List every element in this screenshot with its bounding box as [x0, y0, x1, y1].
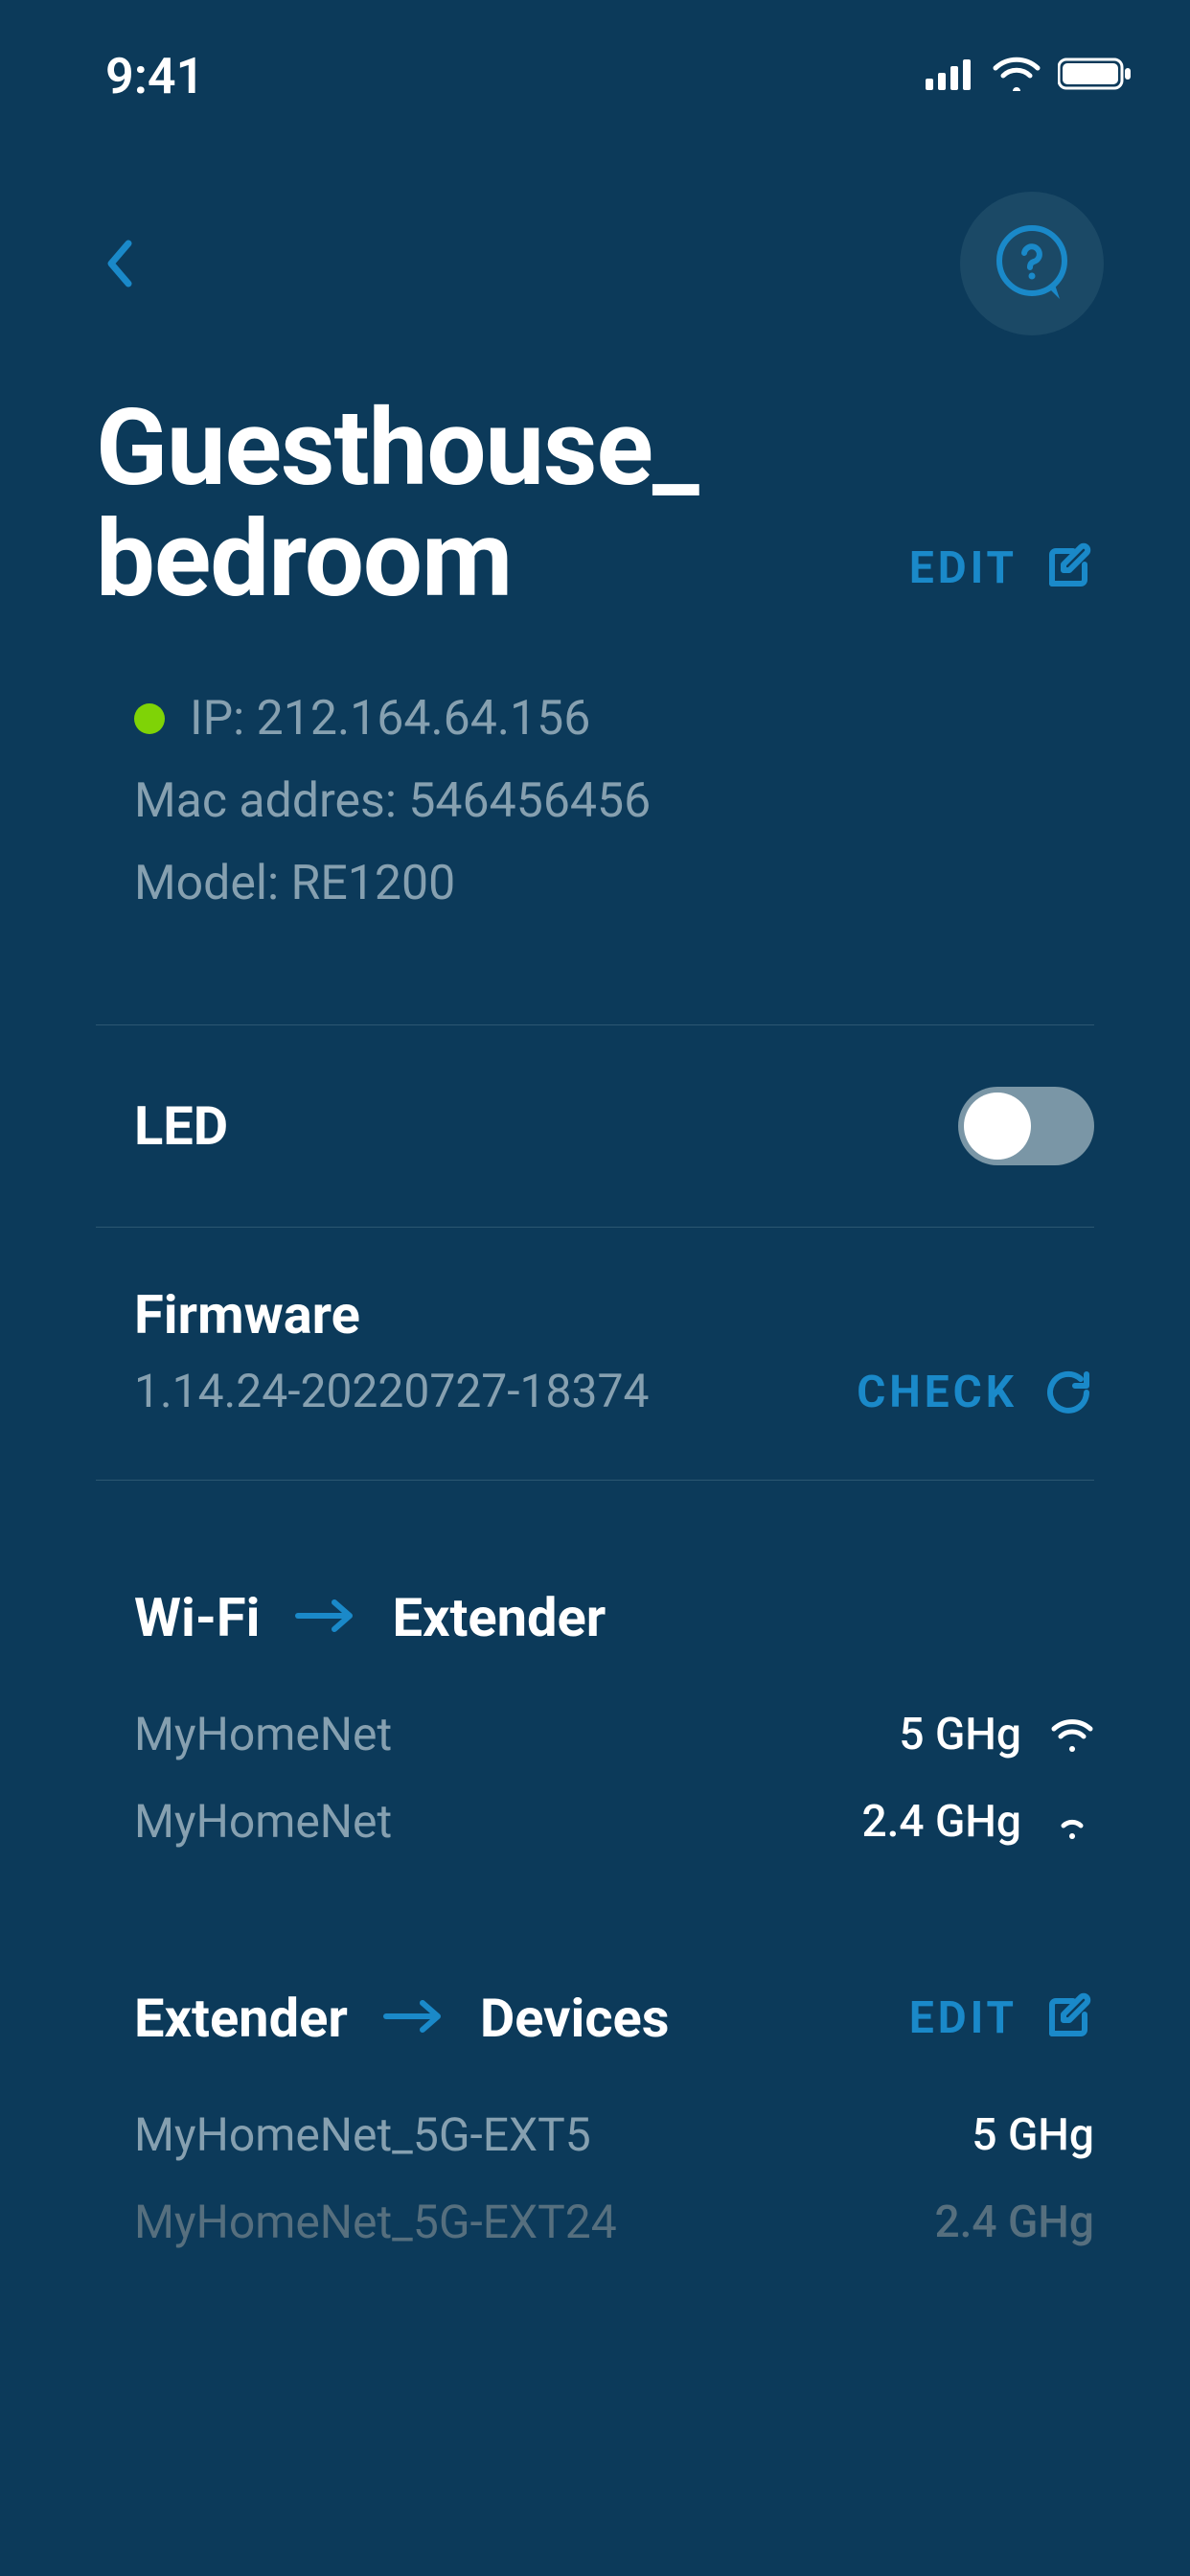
network-band: 2.4 GHg [861, 1796, 1021, 1848]
network-band: 2.4 GHg [934, 2196, 1094, 2248]
wifi-strength-weak-icon [1050, 1805, 1094, 1839]
network-band: 5 GHg [899, 1709, 1021, 1760]
network-ssid: MyHomeNet_5G-EXT5 [134, 2107, 591, 2162]
heading-devices: Devices [480, 1987, 670, 2050]
check-firmware-button[interactable]: CHECK [857, 1367, 1094, 1418]
network-ssid: MyHomeNet [134, 1794, 392, 1849]
firmware-info: Firmware 1.14.24-20220727-18374 [134, 1283, 649, 1418]
extender-networks-list: MyHomeNet_5G-EXT5 5 GHg MyHomeNet_5G-EXT… [0, 2050, 1190, 2249]
edit-label: EDIT [909, 1992, 1018, 2044]
arrow-right-icon [382, 1997, 446, 2039]
extender-to-devices-heading: Extender Devices EDIT [0, 1881, 1190, 2050]
ip-address: IP: 212.164.64.156 [190, 691, 590, 747]
firmware-version: 1.14.24-20220727-18374 [134, 1364, 649, 1418]
check-label: CHECK [857, 1367, 1018, 1418]
back-button[interactable] [101, 244, 139, 283]
mac-row: Mac addres: 546456456 [134, 773, 1094, 829]
wifi-icon [993, 57, 1041, 95]
toggle-knob [964, 1092, 1031, 1160]
battery-icon [1058, 57, 1133, 95]
heading-extender: Extender [392, 1586, 606, 1649]
wifi-to-extender-heading: Wi-Fi Extender [0, 1481, 1190, 1649]
heading-extender2: Extender [134, 1987, 348, 2050]
device-info: IP: 212.164.64.156 Mac addres: 546456456… [0, 614, 1190, 1024]
network-ssid: MyHomeNet [134, 1707, 392, 1761]
wifi-strength-full-icon [1050, 1717, 1094, 1752]
edit-name-button[interactable]: EDIT [909, 541, 1094, 614]
edit-label: EDIT [909, 542, 1018, 594]
status-time: 9:41 [105, 47, 204, 105]
firmware-row: Firmware 1.14.24-20220727-18374 CHECK [0, 1228, 1190, 1480]
led-row: LED [0, 1025, 1190, 1227]
network-row[interactable]: MyHomeNet_5G-EXT5 5 GHg [134, 2107, 1094, 2162]
status-icons [926, 57, 1133, 95]
wifi-networks-list: MyHomeNet 5 GHg MyHomeNet 2.4 GHg [0, 1649, 1190, 1849]
firmware-title: Firmware [134, 1283, 649, 1346]
ip-row: IP: 212.164.64.156 [134, 691, 1094, 747]
refresh-icon [1042, 1367, 1094, 1418]
status-bar: 9:41 [0, 0, 1190, 125]
mac-address: Mac addres: 546456456 [134, 773, 651, 829]
network-row[interactable]: MyHomeNet 5 GHg [134, 1707, 1094, 1761]
network-row[interactable]: MyHomeNet 2.4 GHg [134, 1794, 1094, 1849]
led-label: LED [134, 1094, 228, 1158]
title-row: Guesthouse_ bedroom EDIT [0, 335, 1190, 614]
model-name: Model: RE1200 [134, 856, 455, 911]
help-button[interactable] [960, 192, 1104, 335]
edit-icon [1041, 541, 1094, 595]
network-ssid: MyHomeNet_5G-EXT24 [134, 2195, 617, 2249]
cellular-icon [926, 58, 975, 94]
status-dot-icon [134, 703, 165, 734]
edit-icon [1041, 1991, 1094, 2045]
heading-wifi: Wi-Fi [134, 1586, 260, 1649]
edit-extender-button[interactable]: EDIT [909, 1991, 1094, 2045]
model-row: Model: RE1200 [134, 856, 1094, 911]
header [0, 125, 1190, 335]
chevron-left-icon [103, 238, 136, 289]
page-title: Guesthouse_ bedroom [96, 393, 698, 614]
network-band: 5 GHg [972, 2109, 1094, 2161]
help-chat-icon [991, 222, 1073, 305]
network-row[interactable]: MyHomeNet_5G-EXT24 2.4 GHg [134, 2195, 1094, 2249]
arrow-right-icon [294, 1597, 357, 1639]
led-toggle[interactable] [958, 1087, 1094, 1165]
